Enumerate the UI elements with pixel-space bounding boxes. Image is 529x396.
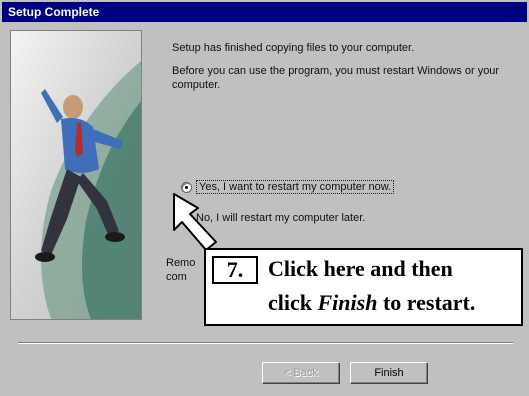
bottom-separator bbox=[18, 342, 513, 344]
remove-note: Remo com bbox=[166, 256, 195, 284]
leaping-man-icon bbox=[11, 31, 141, 319]
setup-illustration bbox=[10, 30, 142, 320]
callout-line1: Click here and then bbox=[268, 256, 453, 281]
remove-note-line2: com bbox=[166, 271, 187, 283]
finished-message: Setup has finished copying files to your… bbox=[172, 42, 415, 54]
callout-line2: click Finish to restart. bbox=[268, 290, 475, 316]
arrow-pointer-icon bbox=[168, 190, 228, 257]
setup-complete-dialog: Setup Complete Setup has finished copyin… bbox=[0, 0, 529, 396]
back-button[interactable]: < Back bbox=[262, 362, 340, 384]
callout-line2-post: to restart. bbox=[377, 290, 476, 315]
step-number: 7. bbox=[212, 256, 258, 284]
callout-finish-word: Finish bbox=[317, 290, 378, 315]
window-title: Setup Complete bbox=[8, 5, 100, 19]
remove-note-line1: Remo bbox=[166, 257, 196, 269]
callout-line2-pre: click bbox=[268, 290, 318, 315]
finish-button[interactable]: Finish bbox=[350, 362, 428, 384]
restart-notice: Before you can use the program, you must… bbox=[172, 65, 500, 91]
instruction-callout: 7. Click here and then click Finish to r… bbox=[204, 248, 523, 326]
title-bar: Setup Complete bbox=[2, 2, 527, 22]
